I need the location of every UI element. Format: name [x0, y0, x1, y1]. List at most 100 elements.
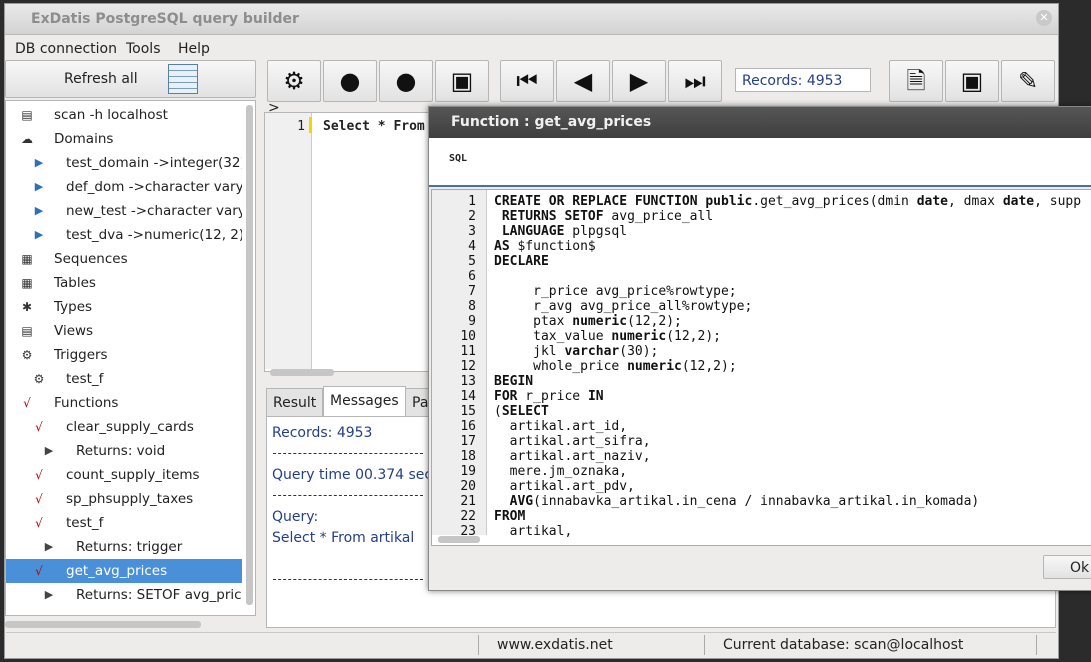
tree-vertical-scrollbar[interactable] — [246, 105, 253, 605]
source-line: (SELECT — [494, 404, 549, 419]
tree-item[interactable]: ▶ Returns: void — [6, 439, 242, 463]
save-edit-icon[interactable]: ▣ — [435, 60, 489, 102]
function-icon: √ — [35, 516, 43, 530]
tree-item-label: Sequences — [54, 251, 128, 267]
sql-icon: SQL — [449, 153, 468, 164]
editor-horizontal-scrollbar[interactable] — [270, 369, 334, 376]
tree-item[interactable]: √ get_avg_prices — [6, 559, 242, 583]
source-line: tax_value numeric(12,2); — [494, 329, 721, 344]
source-line: AVG(innabavka_artikal.in_cena / innabavk… — [509, 494, 980, 509]
function-dialog: Function : get_avg_prices SQL 1234567891… — [428, 106, 1091, 591]
window-title: ExDatis PostgreSQL query builder — [31, 11, 299, 27]
clear-icon[interactable]: 🗎 — [889, 60, 943, 102]
refresh-all-button[interactable]: Refresh all — [5, 60, 256, 98]
source-gutter: 1 2 3 4 5 6 7 8 9 10 11 12 13 14 15 16 17 18 19 20 21 22 23 — [432, 190, 487, 539]
tree-item[interactable]: ▶ def_dom ->character varyin — [6, 175, 242, 199]
source-line-number: 6 — [468, 269, 476, 284]
function-icon: √ — [35, 468, 43, 482]
source-line: mere.jm_oznaka, — [494, 464, 628, 479]
tree-item[interactable]: ✱ Types — [6, 295, 242, 319]
title-bar: ExDatis PostgreSQL query builder ✕ — [5, 4, 1058, 35]
tree-item[interactable]: ▶ Returns: trigger — [6, 535, 242, 559]
tree-item-label: Types — [54, 299, 93, 315]
tree-item[interactable]: ☁ Domains — [6, 127, 242, 151]
tree-item-label: new_test ->character varyin — [66, 203, 242, 219]
first-record-icon[interactable]: ⏮ — [500, 60, 554, 102]
disconnect-icon[interactable]: ● — [379, 60, 433, 102]
next-record-icon[interactable]: ▶ — [612, 60, 666, 102]
source-line: CREATE OR REPLACE FUNCTION public.get_av… — [494, 194, 1082, 209]
tree-item[interactable]: √ count_supply_items — [6, 463, 242, 487]
dialog-header: SQL — [429, 138, 1091, 187]
current-line-marker — [309, 117, 312, 133]
tab-result[interactable]: Result — [266, 388, 324, 418]
source-horizontal-scrollbar[interactable] — [438, 536, 480, 543]
tree-item-label: count_supply_items — [66, 467, 200, 483]
tree-item[interactable]: √ test_f — [6, 511, 242, 535]
tree-item-label: test_dva ->numeric(12, 2) — [66, 227, 242, 243]
source-line: artikal, — [494, 524, 573, 539]
tree-item-label: Triggers — [54, 347, 108, 363]
tree-item[interactable]: ▤ Views — [6, 319, 242, 343]
settings-console-icon[interactable]: ⚙ — [267, 60, 321, 102]
source-line: artikal.art_id, — [494, 419, 628, 434]
tree-horizontal-scrollbar[interactable] — [5, 621, 201, 628]
tree-item[interactable]: √ Functions — [6, 391, 242, 415]
tree-item[interactable]: √ clear_supply_cards — [6, 415, 242, 439]
tree-item-label: sp_phsupply_taxes — [66, 491, 194, 507]
tab-messages[interactable]: Messages — [323, 386, 406, 418]
toolbar: ⚙ ● ● ▣ ⏮ ◀ ▶ ⏭ Records: 4953 🗎 ▣ ✎ — [264, 60, 1056, 102]
ok-button[interactable]: Ok — [1043, 555, 1091, 579]
arrow-icon: ▶ — [34, 180, 44, 193]
tree-item-label: Domains — [54, 131, 114, 147]
tree-item-label: test_f — [66, 371, 104, 387]
source-line-number: 21 — [460, 494, 476, 509]
types-icon: ✱ — [21, 300, 33, 314]
menu-db-connection[interactable]: DB connection — [15, 41, 117, 57]
tree-item-label: Tables — [54, 275, 96, 291]
tree-item-label: Functions — [54, 395, 119, 411]
function-source[interactable]: 1 2 3 4 5 6 7 8 9 10 11 12 13 14 15 16 17 18 19 20 21 22 23 CR… — [431, 189, 1091, 546]
status-bar: www.exdatis.net Current database: scan@l… — [6, 632, 1056, 655]
editor-gutter: 1 — [265, 113, 312, 369]
tree-item[interactable]: ▶ test_dva ->numeric(12, 2) — [6, 223, 242, 247]
tree-item[interactable]: ▶ Returns: SETOF avg_price — [6, 583, 242, 607]
tree-item[interactable]: ▦ Tables — [6, 271, 242, 295]
source-line: BEGIN — [494, 374, 534, 389]
source-line-number: 1 — [468, 194, 476, 209]
close-icon[interactable]: ✕ — [1036, 10, 1052, 26]
save-icon[interactable]: ▣ — [945, 60, 999, 102]
previous-record-icon[interactable]: ◀ — [556, 60, 610, 102]
status-site: www.exdatis.net — [478, 635, 613, 655]
source-line: r_price avg_price%rowtype; — [494, 284, 737, 299]
dialog-title: Function : get_avg_prices — [451, 114, 652, 130]
tree-item[interactable]: √ sp_phsupply_taxes — [6, 487, 242, 511]
tree-item-label: test_domain ->integer(32) — [66, 155, 242, 171]
editor-code: Select * From — [323, 119, 425, 134]
source-line-number: 16 — [460, 419, 476, 434]
menu-tools[interactable]: Tools — [126, 41, 161, 57]
source-line-number: 19 — [460, 464, 476, 479]
left-panel: Refresh all ▶ Returns: SETOF avg_price √ ge… — [5, 60, 256, 626]
tree-item[interactable]: ⚙ Triggers — [6, 343, 242, 367]
menu-bar: DB connection Tools Help — [5, 35, 1058, 61]
tree-item[interactable]: ▶ new_test ->character varyin — [6, 199, 242, 223]
tree-item[interactable]: ▶ test_domain ->integer(32) — [6, 151, 242, 175]
tree-item[interactable]: ▦ Sequences — [6, 247, 242, 271]
arrow-icon: ▶ — [44, 588, 54, 601]
source-line: artikal.art_pdv, — [494, 479, 635, 494]
tree-item[interactable]: ▤ scan -h localhost — [6, 103, 242, 127]
dialog-title-bar: Function : get_avg_prices — [429, 107, 1091, 138]
connect-icon[interactable]: ● — [323, 60, 377, 102]
eraser-icon[interactable]: ✎ — [1001, 60, 1055, 102]
last-record-icon[interactable]: ⏭ — [668, 60, 722, 102]
schema-tree[interactable]: ▶ Returns: SETOF avg_price √ get_avg_prices… — [5, 100, 256, 616]
menu-help[interactable]: Help — [178, 41, 210, 57]
message-query-label: Query: — [272, 509, 319, 525]
source-line: RETURNS SETOF avg_price_all — [501, 209, 714, 224]
sql-editor[interactable]: 1 Select * From — [264, 112, 436, 372]
tree-item[interactable]: ⚙ test_f — [6, 367, 242, 391]
source-line-number: 4 — [468, 239, 476, 254]
divider — [273, 453, 423, 454]
divider — [273, 579, 423, 580]
